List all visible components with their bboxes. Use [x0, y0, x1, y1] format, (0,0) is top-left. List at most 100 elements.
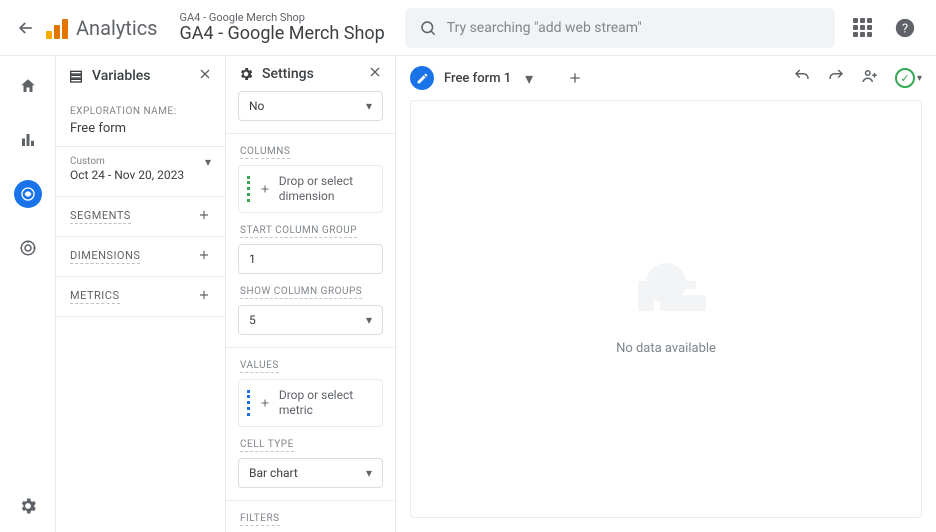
- analytics-logo-icon: [46, 17, 68, 39]
- search-box[interactable]: Try searching "add web stream": [405, 8, 835, 48]
- close-icon: [367, 64, 383, 80]
- segments-label: SEGMENTS: [70, 209, 131, 224]
- chevron-down-icon: ▾: [366, 313, 372, 327]
- canvas: Free form 1 ▾ ✓ ▾ No data available: [396, 56, 936, 532]
- target-icon: [19, 239, 37, 257]
- plus-icon: [259, 180, 271, 199]
- share-person-icon: [861, 67, 879, 85]
- values-label: VALUES: [240, 360, 279, 373]
- chevron-down-icon: ▾: [205, 155, 211, 169]
- cell-type-value: Bar chart: [249, 466, 298, 480]
- filters-label: FILTERS: [240, 513, 280, 526]
- dimensions-row: DIMENSIONS: [56, 237, 225, 277]
- search-placeholder: Try searching "add web stream": [447, 20, 642, 36]
- property-selector[interactable]: GA4 - Google Merch Shop GA4 - Google Mer…: [180, 12, 385, 44]
- help-icon: ?: [894, 17, 916, 39]
- segments-add-button[interactable]: [197, 207, 211, 226]
- apps-button[interactable]: [851, 16, 875, 40]
- product-name: Analytics: [76, 16, 158, 40]
- redo-icon: [827, 67, 845, 85]
- variables-header: Variables: [56, 56, 225, 96]
- check-circle-icon: ✓: [895, 68, 915, 88]
- redo-button[interactable]: [827, 67, 845, 89]
- canvas-toolbar: ✓ ▾: [793, 67, 922, 89]
- cell-type-label: CELL TYPE: [240, 439, 294, 452]
- nav-reports[interactable]: [14, 126, 42, 154]
- home-icon: [19, 77, 37, 95]
- tab-type-button[interactable]: [410, 66, 434, 90]
- empty-state-illustration: [624, 263, 708, 327]
- left-nav: [0, 56, 56, 532]
- values-drop-zone[interactable]: Drop or select metric: [238, 379, 383, 427]
- metrics-row: METRICS: [56, 277, 225, 317]
- settings-top-select-value: No: [249, 99, 264, 113]
- tab-name[interactable]: Free form 1: [444, 71, 511, 86]
- settings-top-select[interactable]: No ▾: [238, 91, 383, 121]
- explore-icon: [20, 186, 36, 202]
- help-button[interactable]: ?: [893, 16, 917, 40]
- pencil-icon: [416, 72, 429, 85]
- start-column-value: 1: [249, 252, 256, 266]
- variables-icon: [68, 68, 84, 84]
- header-actions: ?: [851, 13, 936, 43]
- nav-admin[interactable]: [0, 496, 55, 516]
- gear-icon: [18, 496, 38, 516]
- analytics-logo: Analytics: [46, 16, 158, 40]
- metrics-add-button[interactable]: [197, 287, 211, 306]
- empty-state-text: No data available: [616, 341, 716, 356]
- bar-chart-icon: [19, 131, 37, 149]
- search-icon: [419, 19, 437, 37]
- show-column-groups-label: SHOW COLUMN GROUPS: [240, 286, 362, 299]
- exploration-name-label: EXPLORATION NAME:: [70, 106, 211, 117]
- exploration-name-block[interactable]: EXPLORATION NAME: Free form: [56, 96, 225, 147]
- plus-icon: [259, 394, 271, 413]
- apps-icon: [853, 18, 872, 37]
- columns-label: COLUMNS: [240, 146, 290, 159]
- close-icon: [197, 66, 213, 82]
- dimensions-add-button[interactable]: [197, 247, 211, 266]
- plus-icon: [567, 70, 583, 86]
- show-column-groups-select[interactable]: 5 ▾: [238, 305, 383, 335]
- add-tab-button[interactable]: [561, 64, 589, 92]
- undo-button[interactable]: [793, 67, 811, 89]
- date-custom-label: Custom: [70, 155, 184, 168]
- property-account: GA4 - Google Merch Shop: [180, 12, 385, 24]
- plus-icon: [197, 248, 211, 262]
- date-range-selector[interactable]: Custom Oct 24 - Nov 20, 2023 ▾: [56, 147, 225, 197]
- status-indicator[interactable]: ✓ ▾: [895, 68, 922, 88]
- show-column-groups-value: 5: [249, 313, 256, 327]
- cell-type-select[interactable]: Bar chart ▾: [238, 458, 383, 488]
- gear-icon: [238, 66, 254, 82]
- settings-close-button[interactable]: [367, 64, 383, 84]
- nav-home[interactable]: [14, 72, 42, 100]
- start-column-input[interactable]: 1: [238, 244, 383, 274]
- share-button[interactable]: [861, 67, 879, 89]
- tab-bar: Free form 1 ▾ ✓ ▾: [396, 56, 936, 100]
- variables-title: Variables: [92, 68, 150, 84]
- app-header: Analytics GA4 - Google Merch Shop GA4 - …: [0, 0, 936, 56]
- columns-drop-zone[interactable]: Drop or select dimension: [238, 165, 383, 213]
- chevron-down-icon: ▾: [366, 466, 372, 480]
- variables-panel: Variables EXPLORATION NAME: Free form Cu…: [56, 56, 226, 532]
- canvas-body: No data available: [410, 100, 922, 518]
- drag-handle-icon: [247, 390, 251, 416]
- dimensions-label: DIMENSIONS: [70, 249, 140, 264]
- exploration-name-value: Free form: [70, 121, 211, 136]
- values-drop-text: Drop or select metric: [279, 388, 374, 418]
- settings-header: Settings: [226, 56, 395, 91]
- start-column-label: START COLUMN GROUP: [240, 225, 357, 238]
- settings-panel: Settings No ▾ COLUMNS Drop or select dim…: [226, 56, 396, 532]
- chevron-down-icon: ▾: [366, 99, 372, 113]
- variables-close-button[interactable]: [197, 66, 213, 86]
- plus-icon: [197, 288, 211, 302]
- chevron-down-icon: ▾: [917, 73, 922, 84]
- back-button[interactable]: [16, 16, 36, 40]
- property-name: GA4 - Google Merch Shop: [180, 24, 385, 44]
- columns-drop-text: Drop or select dimension: [279, 174, 374, 204]
- settings-title: Settings: [262, 66, 314, 82]
- undo-icon: [793, 67, 811, 85]
- nav-explore[interactable]: [14, 180, 42, 208]
- nav-advertising[interactable]: [14, 234, 42, 262]
- tab-menu-button[interactable]: ▾: [525, 69, 533, 88]
- arrow-left-icon: [16, 18, 36, 38]
